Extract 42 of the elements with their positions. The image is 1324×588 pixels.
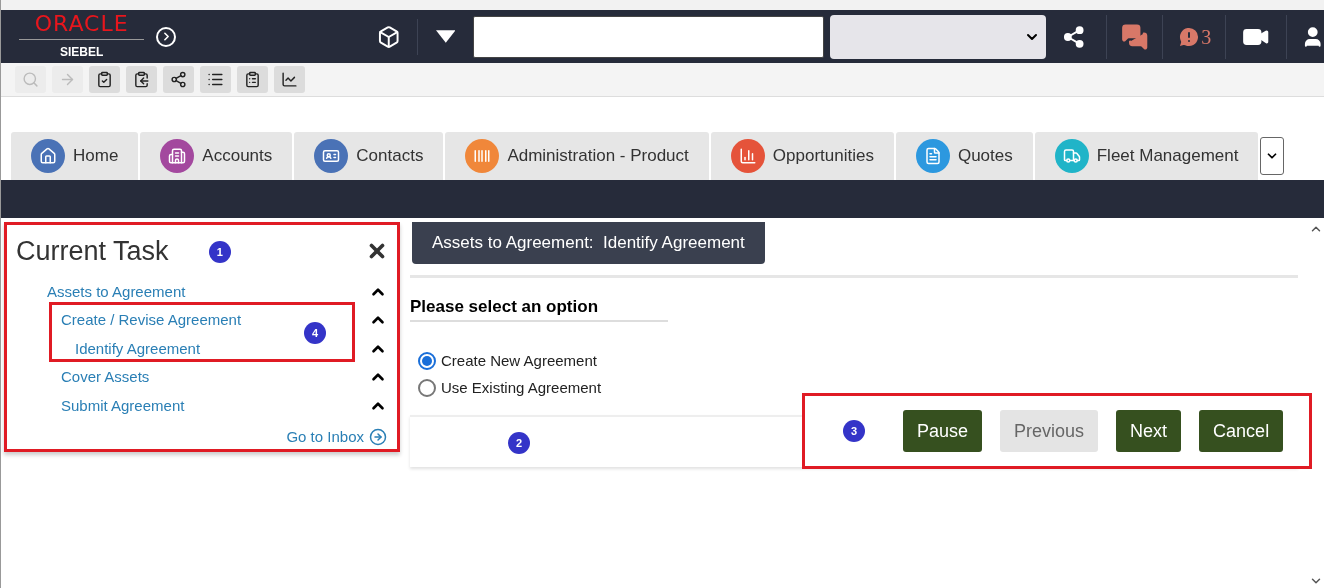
radio-button[interactable]: [418, 352, 436, 371]
clipboards-icon[interactable]: [126, 66, 157, 93]
chat-icon[interactable]: [1120, 22, 1149, 51]
nav-tab[interactable]: Quotes: [895, 132, 1033, 180]
callout-number: 2: [508, 432, 530, 455]
more-tabs-button[interactable]: [1260, 137, 1285, 175]
cube-icon[interactable]: [377, 24, 401, 49]
search-field[interactable]: [473, 15, 824, 58]
callout-number: 3: [843, 420, 865, 442]
callout-number: 4: [304, 322, 326, 345]
checklist-icon[interactable]: [89, 66, 120, 93]
dropdown-field[interactable]: [829, 14, 1047, 59]
prompt-heading: Please select an option: [410, 293, 668, 322]
clipboard-icon[interactable]: [237, 66, 268, 93]
nav-tab[interactable]: Opportunities: [710, 132, 894, 180]
list-icon[interactable]: [200, 66, 231, 93]
nav-tab[interactable]: Administration - Product: [445, 132, 709, 180]
nav-tab[interactable]: Home: [11, 132, 139, 180]
nav-tab[interactable]: Fleet Management: [1034, 132, 1259, 180]
callout-number: 1: [208, 241, 231, 264]
connections-icon[interactable]: [163, 66, 194, 93]
panel-title: Current Task: [16, 235, 169, 268]
task-step-link[interactable]: Assets to Agreement: [47, 280, 186, 303]
logo: ORACLE SIEBEL: [19, 12, 145, 61]
alert-count: 3: [1201, 24, 1212, 50]
nav-tab[interactable]: Contacts: [294, 132, 444, 180]
radio-label: Create New Agreement: [441, 351, 597, 371]
task-step-link[interactable]: Create / Revise Agreement: [61, 309, 242, 332]
nav-tab[interactable]: Accounts: [140, 132, 293, 180]
wizard-button[interactable]: Cancel: [1199, 410, 1284, 452]
share-icon[interactable]: [1062, 24, 1086, 49]
inbox-link[interactable]: Go to Inbox: [286, 426, 364, 449]
radio-label: Use Existing Agreement: [441, 377, 602, 398]
task-step-link[interactable]: Cover Assets: [61, 366, 150, 389]
view-title-tab[interactable]: Assets to Agreement: Identify Agreement: [412, 222, 765, 264]
task-step-link[interactable]: Submit Agreement: [61, 394, 185, 417]
line-chart-icon[interactable]: [274, 66, 305, 93]
radio-button[interactable]: [418, 378, 436, 397]
wizard-button[interactable]: Pause: [903, 410, 983, 452]
wizard-button[interactable]: Next: [1116, 410, 1182, 452]
task-step-link[interactable]: Identify Agreement: [75, 337, 201, 360]
caret-down-icon[interactable]: [435, 29, 456, 44]
